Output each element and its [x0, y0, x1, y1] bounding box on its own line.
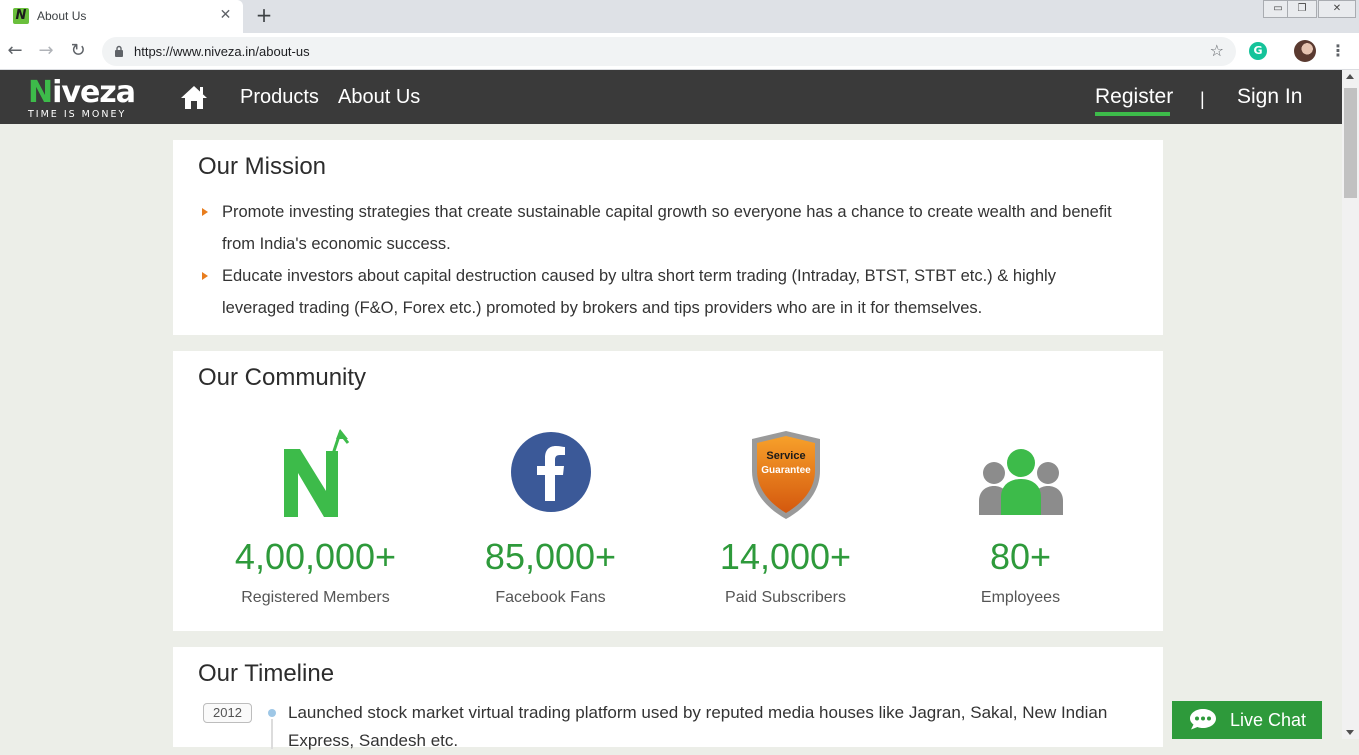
- stat-facebook-fans: 85,000+ Facebook Fans: [433, 429, 668, 619]
- logo-first-letter: N: [28, 75, 53, 110]
- page-scrollbar[interactable]: [1342, 70, 1359, 739]
- timeline-title: Our Timeline: [198, 660, 335, 687]
- nav-products-link[interactable]: Products: [240, 84, 319, 110]
- bullet-arrow-icon: [202, 272, 208, 280]
- bookmark-star-icon[interactable]: ☆: [1210, 41, 1224, 61]
- niveza-n-icon: [283, 429, 349, 517]
- stat-label: Registered Members: [241, 589, 390, 606]
- browser-menu-icon[interactable]: ⋮: [1330, 40, 1346, 62]
- stat-label: Paid Subscribers: [725, 589, 846, 606]
- scroll-down-arrow-icon[interactable]: [1346, 730, 1354, 735]
- url-text: https://www.niveza.in/about-us: [134, 44, 310, 59]
- stat-label: Facebook Fans: [495, 589, 606, 606]
- chat-bubble-icon: [1190, 709, 1216, 730]
- logo-tagline: TIME IS MONEY: [28, 109, 127, 120]
- service-guarantee-shield-icon: Service Guarantee: [751, 431, 820, 519]
- timeline-dot: [268, 709, 276, 717]
- register-link[interactable]: Register: [1095, 84, 1173, 110]
- new-tab-button[interactable]: +: [253, 4, 275, 26]
- window-close-button[interactable]: ✕: [1318, 0, 1356, 18]
- tab-close-icon[interactable]: ✕: [217, 7, 234, 24]
- browser-tab[interactable]: N About Us ✕: [0, 0, 243, 33]
- niveza-favicon-icon: N: [13, 8, 29, 24]
- stat-value: 14,000+: [719, 536, 852, 577]
- shield-text-guarantee: Guarantee: [761, 465, 811, 476]
- community-title: Our Community: [198, 364, 367, 391]
- logo-rest: iveza: [52, 75, 136, 110]
- live-chat-button[interactable]: Live Chat: [1172, 701, 1322, 739]
- community-card: Our Community 4,00,000+ Registered Membe…: [173, 351, 1163, 631]
- bullet-arrow-icon: [202, 208, 208, 216]
- nav-separator: |: [1200, 89, 1205, 109]
- register-active-underline: [1095, 112, 1170, 116]
- stat-employees: 80+ Employees: [903, 429, 1138, 619]
- stat-value: 85,000+: [484, 536, 617, 577]
- profile-avatar-icon[interactable]: [1294, 40, 1316, 62]
- people-group-icon: [978, 449, 1063, 515]
- shield-text-service: Service: [766, 450, 805, 462]
- forward-arrow-icon[interactable]: →: [35, 40, 57, 62]
- site-header: Niveza TIME IS MONEY Products About Us R…: [0, 70, 1342, 124]
- facebook-icon[interactable]: [510, 431, 592, 513]
- mission-card: Our Mission Promote investing strategies…: [173, 140, 1163, 335]
- niveza-logo[interactable]: Niveza TIME IS MONEY: [28, 75, 140, 121]
- home-icon[interactable]: [180, 84, 208, 110]
- back-arrow-icon[interactable]: ←: [4, 40, 26, 62]
- browser-toolbar: ← → ↻ https://www.niveza.in/about-us ☆: [0, 33, 1359, 70]
- mission-bullet-1: Promote investing strategies that create…: [222, 203, 1112, 253]
- stat-value: 80+: [989, 536, 1052, 577]
- address-bar[interactable]: https://www.niveza.in/about-us ☆: [102, 37, 1236, 66]
- browser-tab-bar: N About Us ✕ + ▭ ❐ ✕: [0, 0, 1359, 33]
- nav-about-us-link[interactable]: About Us: [338, 84, 420, 110]
- reload-icon[interactable]: ↻: [67, 40, 89, 62]
- tab-title: About Us: [37, 9, 87, 23]
- scroll-up-arrow-icon[interactable]: [1346, 74, 1354, 79]
- timeline-item-text: Launched stock market virtual trading pl…: [288, 703, 1108, 750]
- logo-wordmark: Niveza: [28, 75, 136, 110]
- stat-paid-subscribers: Service Guarantee 14,000+ Paid Subscribe…: [668, 429, 903, 619]
- timeline-year-badge: 2012: [203, 703, 252, 723]
- grammarly-extension-icon[interactable]: G: [1249, 42, 1267, 60]
- stat-registered-members: 4,00,000+ Registered Members: [198, 429, 433, 619]
- stat-label: Employees: [980, 589, 1061, 606]
- mission-bullet-2: Educate investors about capital destruct…: [222, 267, 1056, 317]
- lock-icon: [115, 45, 123, 57]
- timeline-line: [271, 719, 273, 749]
- stat-value: 4,00,000+: [234, 536, 397, 577]
- scrollbar-thumb[interactable]: [1344, 88, 1357, 198]
- mission-title: Our Mission: [198, 153, 327, 180]
- sign-in-link[interactable]: Sign In: [1237, 84, 1302, 110]
- timeline-card: Our Timeline 2012 Launched stock market …: [173, 647, 1163, 750]
- window-restore-button[interactable]: ❐: [1287, 0, 1317, 18]
- live-chat-label: Live Chat: [1230, 710, 1307, 730]
